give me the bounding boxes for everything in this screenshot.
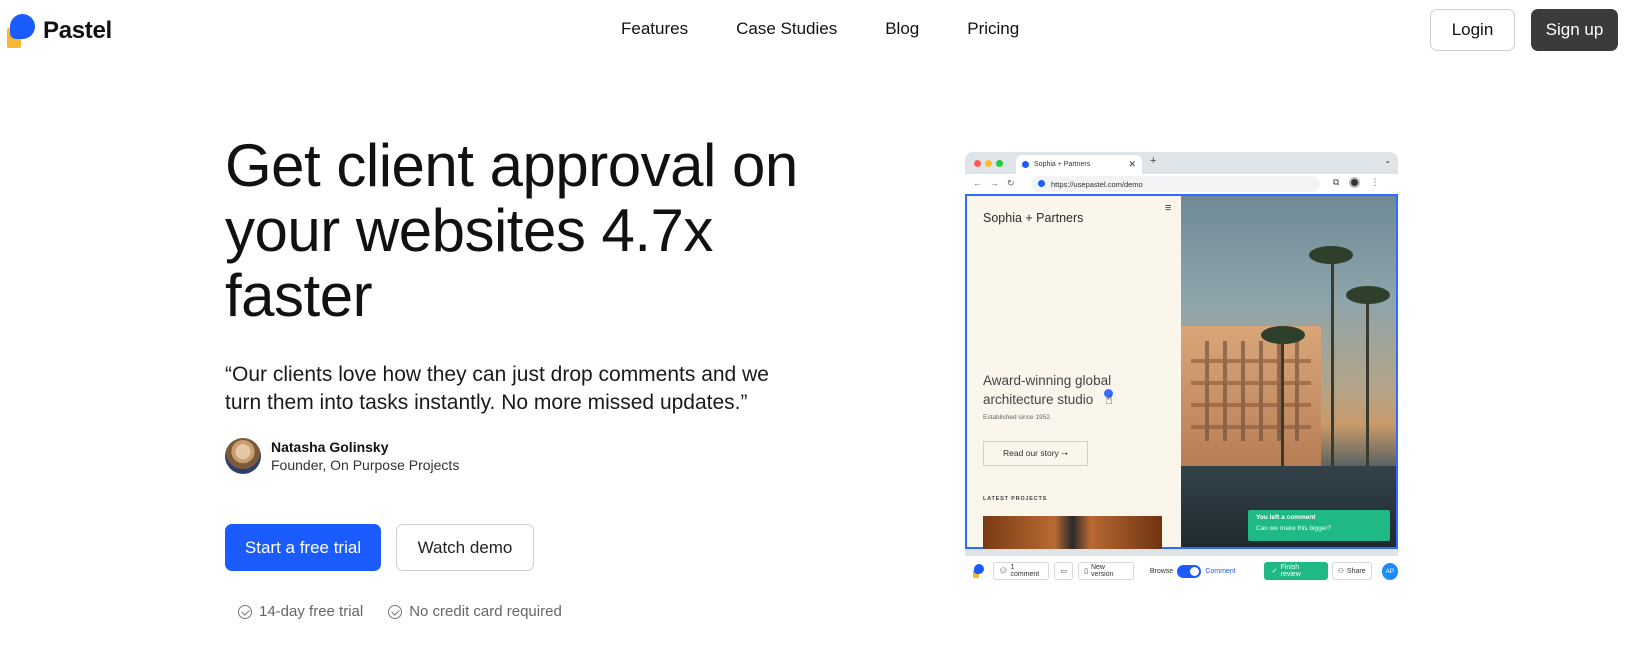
demo-site-hero-photo: You left a comment Can we make this bigg… xyxy=(1181,196,1396,547)
perk-item: 14-day free trial xyxy=(238,603,363,620)
extensions-icon: ⧉ xyxy=(1333,177,1340,187)
cursor-icon: ☝ xyxy=(1105,392,1113,407)
nav-links: Features Case Studies Blog Pricing xyxy=(621,19,1019,39)
demo-project-thumbnail xyxy=(983,516,1162,549)
author-avatar xyxy=(225,438,261,474)
comment-mode-label: Comment xyxy=(1205,567,1236,575)
finish-review-label: Finish review xyxy=(1280,564,1301,578)
browser-tabbar: Sophia + Partners ✕ + ⌄ xyxy=(965,152,1398,174)
forward-icon: → xyxy=(990,178,999,188)
chevron-down-icon: ⌄ xyxy=(1384,156,1391,165)
minimize-dot-icon xyxy=(985,160,992,167)
signup-button[interactable]: Sign up xyxy=(1531,9,1618,51)
photo-palm-trunk xyxy=(1281,336,1284,486)
url-favicon-icon xyxy=(1038,180,1045,187)
new-tab-icon: + xyxy=(1150,155,1157,167)
chat-icon: 💬︎ xyxy=(998,568,1008,575)
browser-toolbar: ← → ↻ https://usepastel.com/demo ⧉ ⋮ xyxy=(965,174,1398,194)
photo-palm-trunk xyxy=(1366,296,1369,486)
monitor-icon: ▭ xyxy=(1060,568,1068,575)
window-controls xyxy=(974,160,1003,167)
nav-link-features[interactable]: Features xyxy=(621,19,688,39)
browser-right-icons: ⧉ ⋮ xyxy=(1333,177,1379,188)
perk-label: No credit card required xyxy=(409,603,562,620)
nav-link-blog[interactable]: Blog xyxy=(885,19,919,39)
login-button[interactable]: Login xyxy=(1430,9,1515,51)
photo-palm-trunk xyxy=(1331,256,1334,486)
perks-list: 14-day free trial No credit card require… xyxy=(238,603,562,620)
demo-site-headline: Award-winning global architecture studio xyxy=(983,373,1112,407)
start-free-trial-button[interactable]: Start a free trial xyxy=(225,524,381,571)
back-icon: ← xyxy=(973,178,982,188)
check-circle-icon xyxy=(388,604,403,619)
hero-title: Get client approval on your websites 4.7… xyxy=(225,132,798,329)
close-icon: ✕ xyxy=(1128,159,1136,169)
new-version-button: ▯ New version xyxy=(1078,562,1134,580)
browse-label: Browse xyxy=(1149,567,1174,575)
pastel-review-toolbar: 💬︎ 1 comment ▭ ▯ New version Browse Comm… xyxy=(965,558,1399,584)
new-version-label: New version xyxy=(1090,564,1114,578)
perk-label: 14-day free trial xyxy=(259,603,364,620)
profile-icon xyxy=(1349,177,1361,188)
testimonial-author: Natasha Golinsky Founder, On Purpose Pro… xyxy=(225,438,459,474)
browser-tab: Sophia + Partners ✕ xyxy=(1016,155,1142,174)
demo-site-left: Sophia + Partners ≡ Award-winning global… xyxy=(967,196,1181,549)
demo-site-latest-label: LATEST PROJECTS xyxy=(983,496,1048,502)
reviewer-avatar: AP xyxy=(1381,562,1399,580)
brand-logo[interactable]: Pastel xyxy=(7,14,112,48)
demo-site-brand: Sophia + Partners xyxy=(983,211,1084,225)
author-name: Natasha Golinsky xyxy=(271,439,389,455)
pastel-logo-icon xyxy=(973,564,985,578)
menu-icon: ≡ xyxy=(1165,202,1172,214)
maximize-dot-icon xyxy=(996,160,1003,167)
share-icon: ⚇ xyxy=(1337,568,1344,575)
reload-icon: ↻ xyxy=(1007,178,1015,188)
close-dot-icon xyxy=(974,160,981,167)
comments-count-button: 💬︎ 1 comment xyxy=(992,562,1050,580)
photo-building-windows xyxy=(1191,341,1311,441)
photo-palm-frond xyxy=(1261,326,1305,344)
share-button: ⚇ Share xyxy=(1331,562,1372,580)
toast-title: You left a comment xyxy=(1256,514,1316,521)
device-preview-button: ▭ xyxy=(1054,562,1074,580)
browser-nav-icons: ← → ↻ xyxy=(973,178,1015,189)
share-label: Share xyxy=(1346,567,1366,575)
demo-site-cta: Read our story ⭢ xyxy=(983,441,1088,466)
watch-demo-button[interactable]: Watch demo xyxy=(396,524,534,571)
browse-comment-toggle xyxy=(1177,564,1202,578)
comment-toast: You left a comment Can we make this bigg… xyxy=(1248,510,1390,541)
nav-link-case-studies[interactable]: Case Studies xyxy=(736,19,837,39)
address-bar: https://usepastel.com/demo xyxy=(1031,176,1320,192)
more-vertical-icon: ⋮ xyxy=(1370,177,1380,187)
document-icon: ▯ xyxy=(1084,568,1088,575)
tab-favicon-icon xyxy=(1022,161,1029,168)
url-text: https://usepastel.com/demo xyxy=(1051,179,1143,189)
browser-viewport: Sophia + Partners ≡ Award-winning global… xyxy=(965,194,1398,549)
author-role: Founder, On Purpose Projects xyxy=(271,457,460,473)
photo-palm-frond xyxy=(1346,286,1390,304)
comments-count-label: 1 comment xyxy=(1010,564,1040,578)
photo-palm-frond xyxy=(1309,246,1353,264)
nav-link-pricing[interactable]: Pricing xyxy=(967,19,1019,39)
pastel-logo-icon xyxy=(7,14,35,48)
brand-name: Pastel xyxy=(43,17,112,44)
testimonial-quote: “Our clients love how they can just drop… xyxy=(225,363,769,414)
user-check-icon: ✓ xyxy=(1271,568,1278,575)
browser-mockup: Sophia + Partners ✕ + ⌄ ← → ↻ https://us… xyxy=(965,152,1398,556)
check-circle-icon xyxy=(238,604,252,619)
tab-title: Sophia + Partners xyxy=(1034,161,1091,168)
top-nav: Pastel Features Case Studies Blog Pricin… xyxy=(0,0,1628,60)
toast-message: Can we make this bigger? xyxy=(1256,525,1332,532)
finish-review-button: ✓ Finish review xyxy=(1263,562,1328,580)
demo-site-subtext: Established since 1952. xyxy=(983,414,1052,421)
perk-item: No credit card required xyxy=(388,603,562,620)
